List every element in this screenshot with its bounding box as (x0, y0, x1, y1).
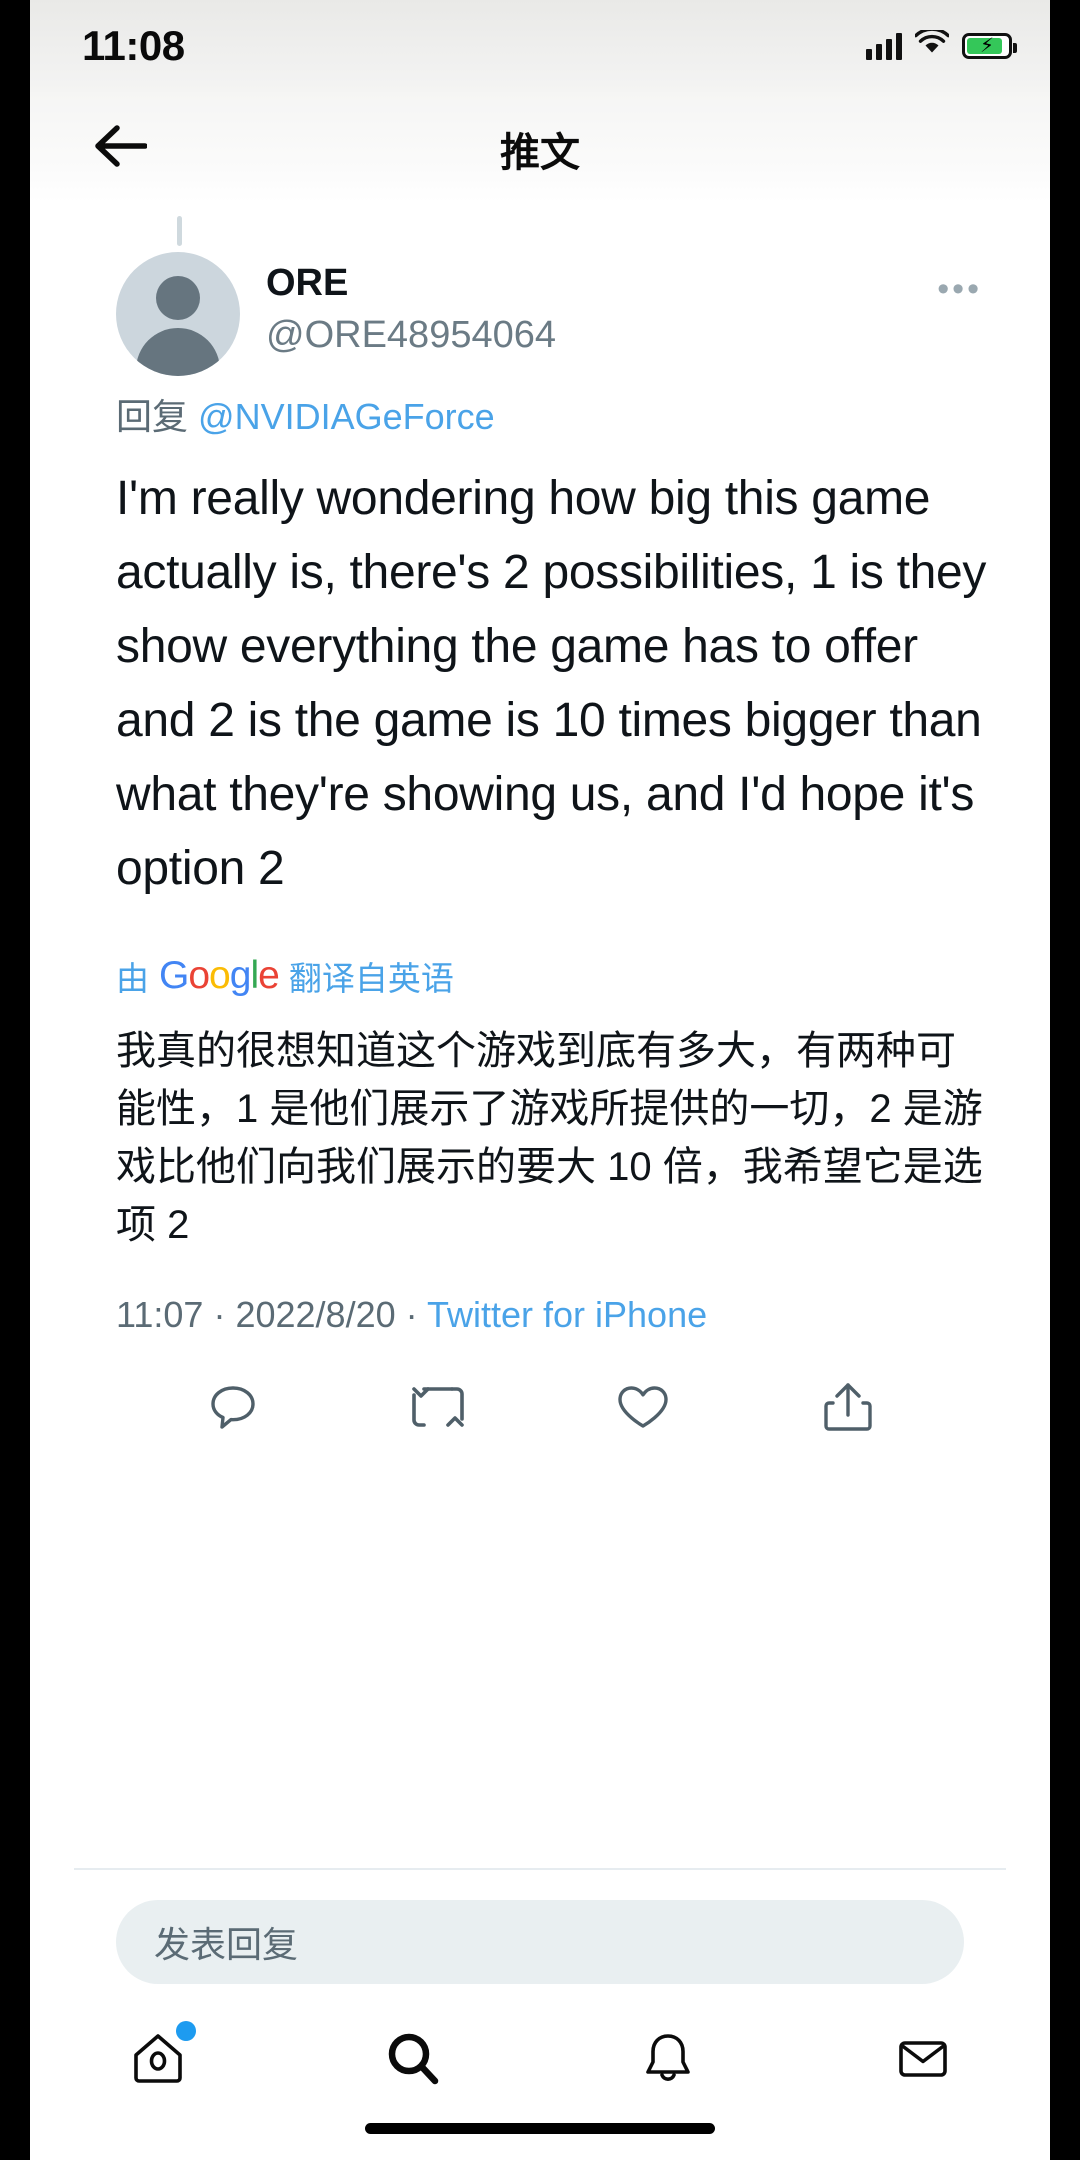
wifi-icon (914, 27, 950, 61)
home-badge-dot (175, 2021, 196, 2041)
heart-icon (615, 1380, 671, 1439)
tweet-source-link[interactable]: Twitter for iPhone (427, 1294, 707, 1335)
cellular-signal-icon (866, 32, 902, 60)
share-action[interactable] (800, 1370, 896, 1448)
retweet-icon (410, 1380, 466, 1439)
author-handle[interactable]: @ORE48954064 (266, 314, 556, 357)
more-options-icon[interactable]: ••• (937, 270, 982, 309)
page-title: 推文 (500, 131, 580, 175)
reply-composer[interactable]: 发表回复 (116, 1900, 964, 1984)
avatar[interactable] (116, 252, 240, 376)
author-name[interactable]: ORE (266, 262, 348, 305)
nav-notifications[interactable] (608, 2013, 728, 2109)
reply-prefix-label: 回复 (116, 396, 189, 437)
retweet-action[interactable] (390, 1370, 486, 1448)
translated-by-label: 由 (116, 960, 149, 997)
nav-header: 推文 (30, 92, 1050, 202)
reply-input-placeholder: 发表回复 (154, 1924, 299, 1965)
status-bar: 11:08 ⚡ (30, 0, 1050, 92)
bell-icon (637, 2028, 699, 2095)
tweet-date: 2022/8/20 (235, 1294, 396, 1335)
status-bar-indicators: ⚡ (866, 27, 1017, 61)
envelope-icon (892, 2028, 954, 2095)
like-action[interactable] (595, 1370, 691, 1448)
tweet-time: 11:07 (116, 1294, 204, 1335)
thread-connector (177, 216, 182, 246)
battery-charging-icon: ⚡ (962, 32, 1017, 59)
nav-home[interactable] (98, 2013, 218, 2109)
composer-divider (74, 1868, 1006, 1870)
default-avatar-icon (156, 276, 200, 320)
tweet-author-row: ORE @ORE48954064 ••• (74, 252, 1006, 376)
comment-icon (206, 1380, 260, 1439)
status-bar-time: 11:08 (82, 22, 185, 69)
reply-context: 回复 @NVIDIAGeForce (74, 388, 1006, 440)
tweet-meta: 11:07 · 2022/8/20 · Twitter for iPhone (74, 1294, 1006, 1336)
share-icon (822, 1379, 874, 1440)
google-logo: G o o g l e (159, 954, 280, 997)
translation-attribution[interactable]: 由 G o o g l e 翻译自英语 (74, 952, 1006, 1000)
translated-from-label: 翻译自英语 (288, 960, 454, 997)
nav-search[interactable] (353, 2013, 473, 2109)
tweet-actions (74, 1370, 1006, 1448)
tweet-detail: ORE @ORE48954064 ••• 回复 @NVIDIAGeForce I… (30, 202, 1050, 1448)
phone-frame: 11:08 ⚡ 推文 ORE @ORE48954064 ••• 回复 @NVID… (30, 0, 1050, 2160)
meta-separator-2: · (405, 1294, 418, 1335)
translated-tweet-text: 我真的很想知道这个游戏到底有多大，有两种可能性，1 是他们展示了游戏所提供的一切… (116, 1029, 983, 1247)
tweet-text: I'm really wondering how big this game a… (116, 472, 987, 895)
app-screen: 11:08 ⚡ 推文 ORE @ORE48954064 ••• 回复 @NVID… (30, 0, 1050, 2160)
reply-action[interactable] (185, 1370, 281, 1448)
bottom-navigation (30, 2002, 1050, 2120)
meta-separator-1: · (213, 1294, 226, 1335)
nav-messages[interactable] (863, 2013, 983, 2109)
search-icon (382, 2028, 444, 2095)
reply-mention-link[interactable]: @NVIDIAGeForce (198, 396, 495, 437)
home-indicator (365, 2123, 715, 2134)
